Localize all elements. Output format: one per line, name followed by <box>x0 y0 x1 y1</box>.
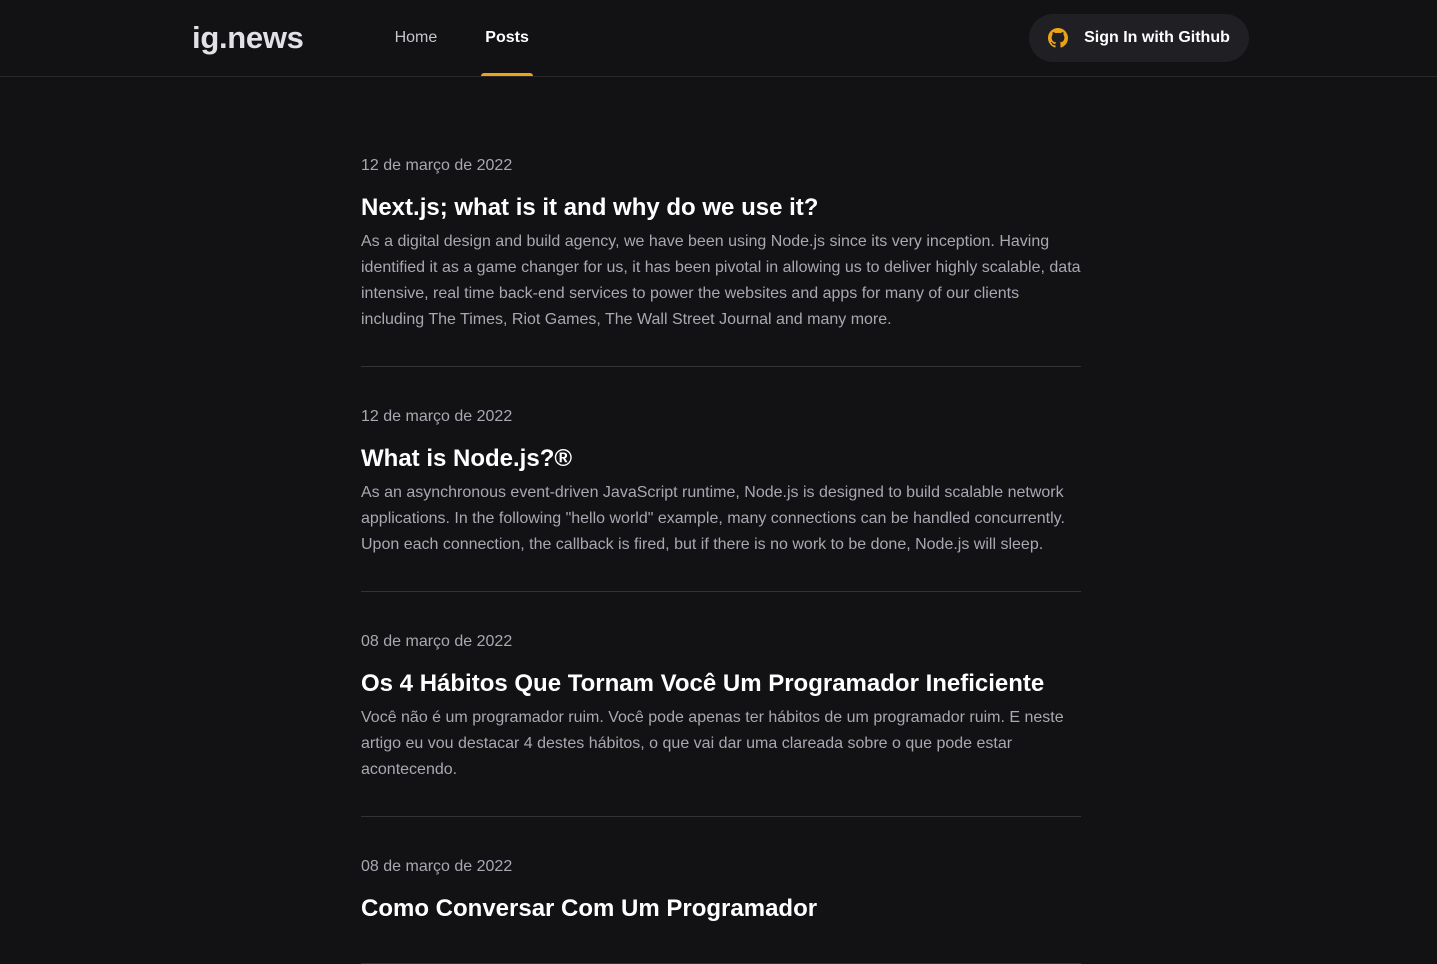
header-content: ig.news Home Posts Sign In with Github <box>192 0 1249 76</box>
github-icon <box>1048 28 1069 48</box>
post-date: 08 de março de 2022 <box>361 858 513 875</box>
post-item[interactable]: 08 de março de 2022 Os 4 Hábitos Que Tor… <box>361 592 1081 817</box>
post-item[interactable]: 12 de março de 2022 What is Node.js?® As… <box>361 367 1081 592</box>
post-item[interactable]: 08 de março de 2022 Como Conversar Com U… <box>361 817 1081 964</box>
sign-in-github-button[interactable]: Sign In with Github <box>1029 14 1249 62</box>
post-title: Como Conversar Com Um Programador <box>361 895 818 922</box>
site-logo[interactable]: ig.news <box>192 20 304 56</box>
post-item[interactable]: 12 de março de 2022 Next.js; what is it … <box>361 77 1081 367</box>
post-title: Os 4 Hábitos Que Tornam Você Um Programa… <box>361 670 1045 697</box>
post-date: 08 de março de 2022 <box>361 633 513 650</box>
nav-link-posts[interactable]: Posts <box>481 0 533 76</box>
sign-in-label: Sign In with Github <box>1084 29 1230 46</box>
main-nav: Home Posts <box>391 0 573 76</box>
posts-list: 12 de março de 2022 Next.js; what is it … <box>361 77 1081 964</box>
post-title: Next.js; what is it and why do we use it… <box>361 194 819 221</box>
post-excerpt: Você não é um programador ruim. Você pod… <box>361 709 1064 778</box>
site-header: ig.news Home Posts Sign In with Github <box>0 0 1437 77</box>
nav-link-home[interactable]: Home <box>391 0 442 76</box>
post-title: What is Node.js?® <box>361 445 573 472</box>
post-excerpt: As an asynchronous event-driven JavaScri… <box>361 484 1065 553</box>
post-date: 12 de março de 2022 <box>361 157 513 174</box>
post-date: 12 de março de 2022 <box>361 408 513 425</box>
post-excerpt: As a digital design and build agency, we… <box>361 233 1081 328</box>
